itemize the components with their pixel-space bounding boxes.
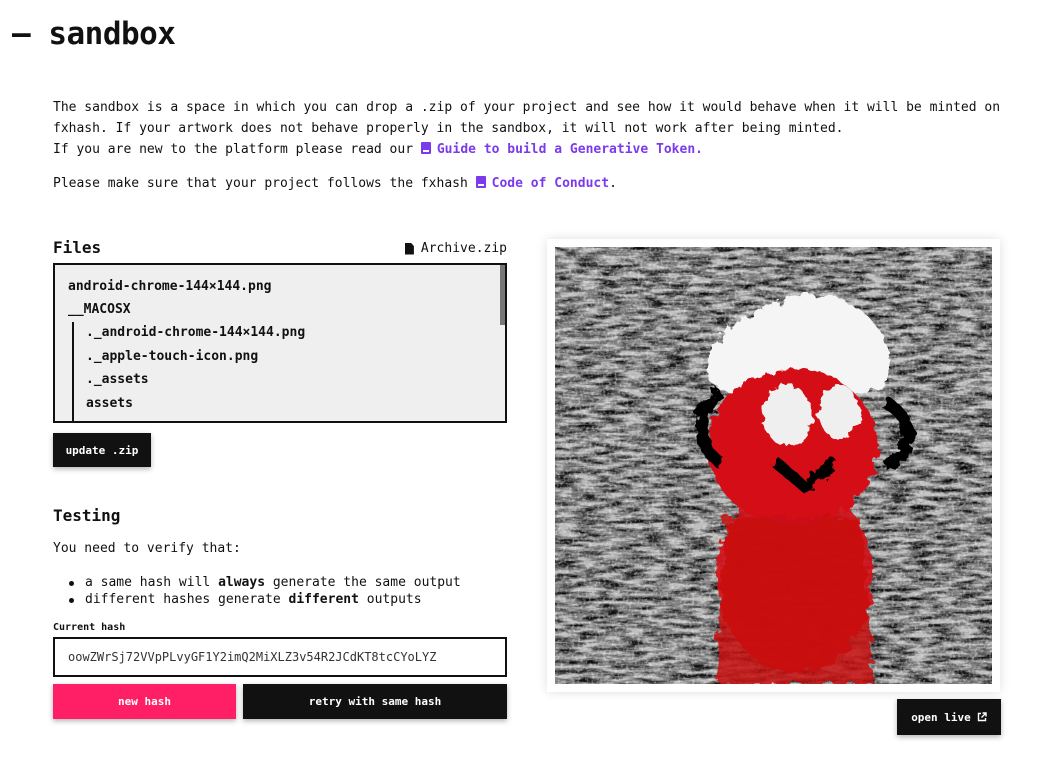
external-link-icon — [977, 712, 987, 722]
tree-item[interactable]: ._apple-touch-icon.png — [86, 349, 258, 364]
intro-description: The sandbox is a space in which you can … — [53, 100, 1001, 157]
list-item: a same hash will always generate the sam… — [53, 574, 461, 591]
page-title: — sandbox — [12, 16, 176, 52]
archive-name: Archive.zip — [404, 241, 507, 256]
book-icon — [475, 176, 486, 188]
tree-item[interactable]: ._android-chrome-144×144.png — [86, 325, 305, 340]
update-zip-button[interactable]: update .zip — [53, 433, 151, 467]
retry-same-hash-button[interactable]: retry with same hash — [243, 684, 507, 719]
artwork-preview — [555, 247, 992, 684]
open-live-button[interactable]: open live — [897, 699, 1001, 735]
artwork-preview-frame — [547, 239, 1000, 692]
new-hash-button[interactable]: new hash — [53, 684, 236, 719]
conduct-notice: Please make sure that your project follo… — [53, 176, 617, 191]
list-item: different hashes generate different outp… — [53, 591, 461, 608]
files-title: Files — [53, 238, 102, 257]
current-hash-label: Current hash — [53, 622, 126, 633]
tree-item[interactable]: assets — [86, 396, 133, 411]
tree-item[interactable]: __MACOSX — [68, 302, 131, 317]
verification-checklist: a same hash will always generate the sam… — [53, 574, 461, 608]
file-tree-scrollbar[interactable] — [500, 265, 505, 325]
intro-text: The sandbox is a space in which you can … — [53, 97, 1003, 194]
testing-title: Testing — [53, 506, 121, 525]
code-of-conduct-link[interactable]: Code of Conduct — [475, 176, 609, 191]
current-hash-input[interactable] — [53, 637, 507, 677]
file-icon — [404, 242, 414, 255]
file-tree[interactable]: android-chrome-144×144.png __MACOSX ._an… — [53, 263, 507, 423]
tree-item[interactable]: ._assets — [86, 372, 149, 387]
tree-guide-line — [72, 322, 74, 421]
book-icon — [420, 142, 431, 154]
tree-item[interactable]: android-chrome-144×144.png — [68, 279, 272, 294]
guide-link[interactable]: Guide to build a Generative Token. — [420, 142, 703, 157]
verify-text: You need to verify that: — [53, 541, 241, 556]
